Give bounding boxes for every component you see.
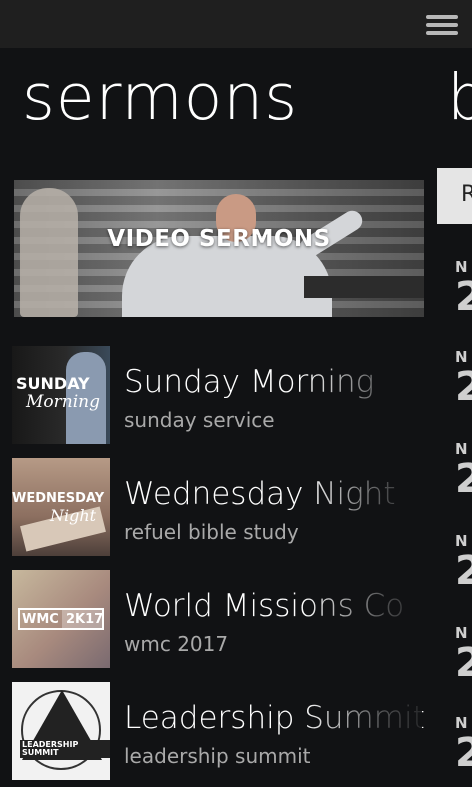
next-pivot-date[interactable]: N 2 [455, 532, 472, 594]
hamburger-menu-icon[interactable] [426, 12, 460, 38]
thumbnail-text: Morning [26, 392, 100, 412]
list-item-wednesday-night[interactable]: WEDNESDAY Night Wednesday Night refuel b… [12, 458, 422, 570]
thumbnail-text: Night [50, 506, 97, 525]
list-item-sunday-morning[interactable]: SUNDAY Morning Sunday Morning sunday ser… [12, 346, 422, 458]
date-day: 2 [455, 640, 472, 686]
wednesday-night-thumbnail: WEDNESDAY Night [12, 458, 110, 556]
next-pivot-date[interactable]: N 2 [455, 714, 472, 776]
thumbnail-text: LEADERSHIP SUMMIT [20, 740, 110, 758]
list-item-subtitle: sunday service [124, 408, 275, 432]
date-day: 2 [455, 548, 472, 594]
list-item-subtitle: leadership summit [124, 744, 311, 768]
banner-figure-left [20, 188, 78, 317]
video-sermons-label: VIDEO SERMONS [107, 226, 331, 252]
date-month: N [455, 714, 468, 732]
pivot-content: sermons b VIDEO SERMONS SUNDAY Morning S… [0, 48, 472, 787]
top-bar [0, 0, 472, 48]
next-pivot-button-label: R [461, 182, 472, 207]
date-day: 2 [455, 274, 472, 320]
date-month: N [455, 348, 468, 366]
leadership-summit-thumbnail: LEADERSHIP SUMMIT [12, 682, 110, 780]
date-day: 2 [455, 730, 472, 776]
date-month: N [455, 624, 468, 642]
list-item-title: Leadership Summit [124, 700, 425, 736]
thumbnail-text: WMC [22, 612, 59, 627]
thumbnail-text: SUNDAY [16, 374, 90, 393]
date-day: 2 [455, 364, 472, 410]
next-pivot-date[interactable]: N 2 [455, 624, 472, 686]
thumbnail-text: WEDNESDAY [12, 491, 105, 506]
next-pivot-title[interactable]: b [447, 66, 472, 129]
thumbnail-text: 2K17 [66, 612, 104, 627]
page-title: sermons [22, 61, 299, 134]
list-item-title: Wednesday Night [124, 476, 396, 512]
banner-keyboard [304, 276, 424, 298]
next-pivot-date[interactable]: N 2 [455, 348, 472, 410]
next-pivot-date[interactable]: N 2 [455, 258, 472, 320]
list-item-title: World Missions Co [124, 588, 405, 624]
list-item-world-missions[interactable]: WMC 2K17 World Missions Co wmc 2017 [12, 570, 422, 682]
sermon-series-list: SUNDAY Morning Sunday Morning sunday ser… [12, 346, 425, 787]
date-month: N [455, 258, 468, 276]
next-pivot-date[interactable]: N 2 [455, 440, 472, 502]
list-item-subtitle: refuel bible study [124, 520, 299, 544]
video-sermons-banner[interactable]: VIDEO SERMONS [14, 180, 424, 317]
list-item-title: Sunday Morning [124, 364, 375, 400]
list-item-subtitle: wmc 2017 [124, 632, 229, 656]
next-pivot-button[interactable]: R [437, 168, 472, 224]
sunday-morning-thumbnail: SUNDAY Morning [12, 346, 110, 444]
world-missions-thumbnail: WMC 2K17 [12, 570, 110, 668]
date-month: N [455, 532, 468, 550]
date-month: N [455, 440, 468, 458]
date-day: 2 [455, 456, 472, 502]
list-item-leadership-summit[interactable]: LEADERSHIP SUMMIT Leadership Summit lead… [12, 682, 425, 787]
